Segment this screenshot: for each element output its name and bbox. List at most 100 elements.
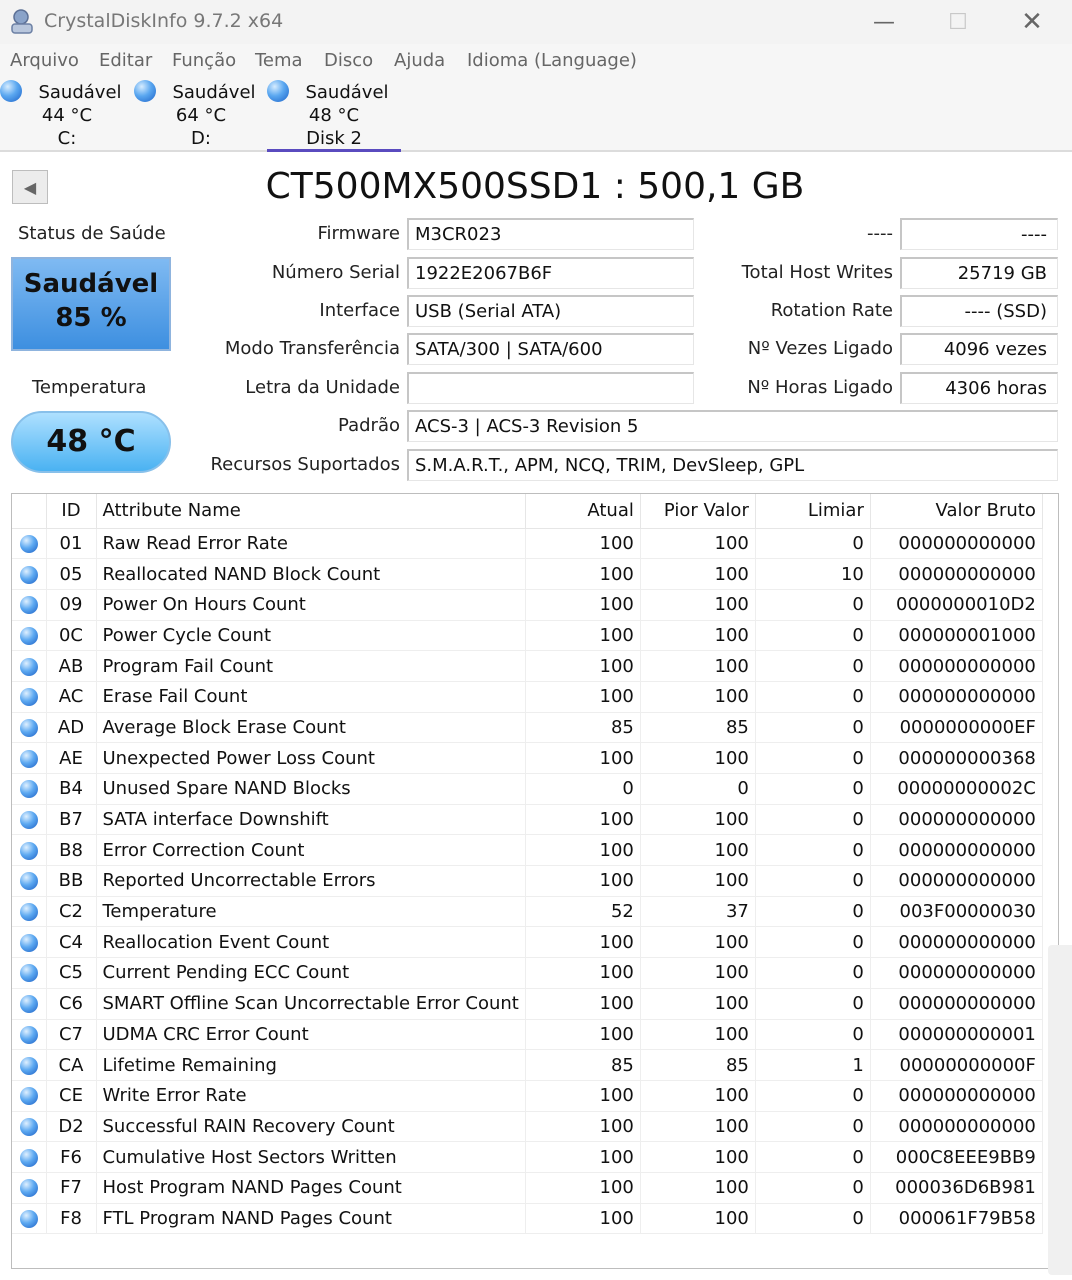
health-status-text: Saudável (23, 269, 159, 299)
attribute-name: Reallocated NAND Block Count (96, 558, 526, 590)
raw-value: 000000000000 (870, 1080, 1043, 1112)
worst-value: 100 (640, 1203, 756, 1235)
attribute-name: SATA interface Downshift (96, 804, 526, 836)
table-row[interactable]: C4 Reallocation Event Count 100 100 0 0000000… (12, 926, 1043, 959)
current-value: 100 (525, 650, 641, 682)
close-button[interactable]: ✕ (996, 0, 1068, 44)
disk-tab-c[interactable]: Saudável 44 °C C: (0, 78, 134, 152)
table-row[interactable]: B7 SATA interface Downshift 100 100 0 0000000… (12, 804, 1043, 836)
column-header-status[interactable] (12, 494, 47, 529)
table-row[interactable]: CE Write Error Rate 100 100 0 000000000000 (12, 1080, 1043, 1112)
table-row[interactable]: B4 Unused Spare NAND Blocks 0 0 0 00000000002… (12, 773, 1043, 805)
raw-value: 000C8EEE9BB9 (870, 1141, 1043, 1173)
threshold-value: 0 (755, 834, 871, 867)
current-value: 100 (525, 620, 641, 652)
status-dot-icon (19, 811, 38, 830)
current-value: 100 (525, 1111, 641, 1143)
menu-editar[interactable]: Editar (99, 50, 152, 71)
table-row[interactable]: C5 Current Pending ECC Count 100 100 0 000000… (12, 957, 1043, 989)
table-row[interactable]: 09 Power On Hours Count 100 100 0 0000000010D… (12, 589, 1043, 621)
worst-value: 100 (640, 1019, 756, 1051)
power-on-hours-label: Nº Horas Ligado (747, 377, 893, 398)
table-row[interactable]: F6 Cumulative Host Sectors Written 100 100 0… (12, 1141, 1043, 1173)
table-row[interactable]: AC Erase Fail Count 100 100 0 000000000000 (12, 681, 1043, 713)
health-status-box[interactable]: Saudável 85 % (11, 257, 171, 351)
minimize-button[interactable]: — (848, 0, 920, 44)
interface-value: USB (Serial ATA) (407, 295, 694, 327)
status-dot-icon (19, 903, 38, 922)
attribute-name: Reported Uncorrectable Errors (96, 865, 526, 897)
table-row[interactable]: 0C Power Cycle Count 100 100 0 000000001000 (12, 620, 1043, 652)
menu-ajuda[interactable]: Ajuda (394, 50, 445, 71)
table-row[interactable]: AE Unexpected Power Loss Count 100 100 0 0000… (12, 742, 1043, 774)
maximize-button[interactable]: ☐ (922, 0, 994, 44)
attribute-id: C6 (46, 988, 97, 1020)
interface-label: Interface (319, 300, 400, 321)
column-header-id[interactable]: ID (46, 494, 97, 529)
previous-disk-button[interactable]: ◀ (12, 170, 48, 204)
disk-tab-disk2[interactable]: Saudável 48 °C Disk 2 (267, 78, 401, 152)
scrollbar[interactable] (1048, 945, 1072, 1275)
attribute-name: Unused Spare NAND Blocks (96, 773, 526, 805)
menu-funcao[interactable]: Função (172, 50, 236, 71)
table-row[interactable]: B8 Error Correction Count 100 100 0 000000000… (12, 834, 1043, 867)
attribute-id: CE (46, 1080, 97, 1112)
host-writes-value: 25719 GB (900, 257, 1058, 289)
transfer-mode-label: Modo Transferência (224, 338, 400, 359)
status-dot-icon (19, 1056, 38, 1075)
table-row[interactable]: CA Lifetime Remaining 85 85 1 00000000000F (12, 1049, 1043, 1081)
raw-value: 00000000002C (870, 773, 1043, 805)
menu-idioma[interactable]: Idioma (Language) (467, 50, 637, 71)
column-header-threshold[interactable]: Limiar (755, 494, 871, 529)
attribute-id: F8 (46, 1203, 97, 1235)
table-row[interactable]: F8 FTL Program NAND Pages Count 100 100 0 000… (12, 1203, 1043, 1235)
threshold-value: 0 (755, 1141, 871, 1173)
disk-temp: 64 °C (175, 105, 227, 126)
table-row[interactable]: 05 Reallocated NAND Block Count 100 100 10 00… (12, 558, 1043, 590)
table-row[interactable]: C2 Temperature 52 37 0 003F00000030 (12, 896, 1043, 928)
threshold-value: 0 (755, 957, 871, 989)
column-header-worst[interactable]: Pior Valor (640, 494, 756, 529)
status-dot-icon (19, 657, 38, 676)
attribute-id: 0C (46, 620, 97, 652)
transfer-mode-value: SATA/300 | SATA/600 (407, 333, 694, 365)
table-row[interactable]: BB Reported Uncorrectable Errors 100 100 0 00… (12, 865, 1043, 897)
attribute-id: AE (46, 742, 97, 774)
table-row[interactable]: 01 Raw Read Error Rate 100 100 0 000000000000 (12, 528, 1043, 560)
disk-tab-d[interactable]: Saudável 64 °C D: (134, 78, 268, 152)
current-value: 100 (525, 804, 641, 836)
threshold-value: 0 (755, 681, 871, 713)
table-row[interactable]: C7 UDMA CRC Error Count 100 100 0 00000000000… (12, 1019, 1043, 1051)
maximize-icon: ☐ (948, 9, 968, 35)
table-row[interactable]: C6 SMART Offline Scan Uncorrectable Error… (12, 988, 1043, 1020)
column-header-current[interactable]: Atual (525, 494, 641, 529)
attribute-name: Write Error Rate (96, 1080, 526, 1112)
menu-arquivo[interactable]: Arquivo (10, 50, 79, 71)
current-value: 100 (525, 1172, 641, 1204)
firmware-label: Firmware (317, 223, 401, 244)
status-dot-icon (19, 688, 38, 707)
menu-tema[interactable]: Tema (255, 50, 303, 71)
status-dot-icon (19, 995, 38, 1014)
attribute-id: C7 (46, 1019, 97, 1051)
attribute-name: Raw Read Error Rate (96, 528, 526, 560)
column-header-raw-value[interactable]: Valor Bruto (870, 494, 1043, 529)
attribute-id: 01 (46, 528, 97, 560)
smart-attributes-table[interactable]: ID Attribute Name Atual Pior Valor Limia… (11, 493, 1059, 1269)
table-row[interactable]: D2 Successful RAIN Recovery Count 100 100 0 0… (12, 1111, 1043, 1143)
table-row[interactable]: AD Average Block Erase Count 85 85 0 00000000… (12, 712, 1043, 744)
table-row[interactable]: AB Program Fail Count 100 100 0 000000000000 (12, 650, 1043, 682)
worst-value: 100 (640, 681, 756, 713)
threshold-value: 0 (755, 742, 871, 774)
column-header-attribute-name[interactable]: Attribute Name (96, 494, 526, 529)
temperature-box[interactable]: 48 °C (11, 411, 171, 473)
table-row[interactable]: F7 Host Program NAND Pages Count 100 100 0 00… (12, 1172, 1043, 1204)
current-value: 85 (525, 712, 641, 744)
current-value: 100 (525, 742, 641, 774)
attribute-id: B4 (46, 773, 97, 805)
current-value: 100 (525, 528, 641, 560)
menu-disco[interactable]: Disco (324, 50, 373, 71)
features-value: S.M.A.R.T., APM, NCQ, TRIM, DevSleep, GP… (407, 449, 1058, 481)
raw-value: 000000000000 (870, 528, 1043, 560)
status-dot-icon (19, 780, 38, 799)
